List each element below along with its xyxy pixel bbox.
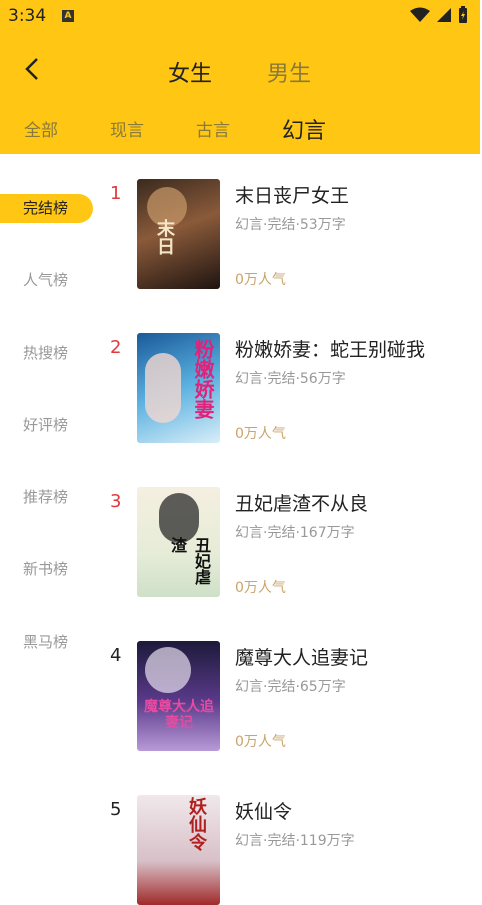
book-list-item[interactable]: 1 末日 末日丧尸女王 幻言·完结·53万字 0万人气 (105, 179, 480, 289)
book-popularity: 0万人气 (235, 580, 286, 596)
book-popularity: 0万人气 (235, 272, 286, 288)
sidebar-item-dark-horse[interactable]: 黑马榜 (0, 628, 93, 657)
book-title: 妖仙令 (235, 801, 293, 823)
notification-icon: A (62, 10, 74, 22)
rank-number: 3 (110, 491, 122, 512)
status-bar: 3:34 A (0, 0, 480, 34)
book-list-item[interactable]: 5 妖仙令 妖仙令 幻言·完结·119万字 (105, 795, 480, 905)
sidebar-item-completed[interactable]: 完结榜 (0, 194, 93, 223)
book-cover[interactable]: 粉嫩娇妻 (137, 333, 220, 443)
book-popularity: 0万人气 (235, 426, 286, 442)
book-meta: 幻言·完结·56万字 (235, 371, 346, 387)
sidebar-item-popular[interactable]: 人气榜 (0, 266, 93, 295)
top-header: 3:34 A 女生 男生 全部 现言 古言 幻言 (0, 0, 480, 154)
book-title: 魔尊大人追妻记 (235, 647, 369, 669)
tab-female[interactable]: 女生 (168, 56, 212, 88)
sidebar-item-top-rated[interactable]: 好评榜 (0, 411, 93, 440)
book-list-item[interactable]: 4 魔尊大人追妻记 魔尊大人追妻记 幻言·完结·65万字 0万人气 (105, 641, 480, 751)
rank-number: 1 (110, 183, 122, 204)
book-list-item[interactable]: 2 粉嫩娇妻 粉嫩娇妻：蛇王别碰我 幻言·完结·56万字 0万人气 (105, 333, 480, 443)
category-ancient[interactable]: 古言 (196, 116, 230, 141)
book-meta: 幻言·完结·167万字 (235, 525, 355, 541)
ranking-sidebar: 完结榜 人气榜 热搜榜 好评榜 推荐榜 新书榜 黑马榜 (0, 154, 100, 856)
book-cover[interactable]: 末日 (137, 179, 220, 289)
category-fantasy[interactable]: 幻言 (282, 113, 326, 145)
status-time: 3:34 (8, 6, 47, 26)
book-meta: 幻言·完结·65万字 (235, 679, 346, 695)
book-meta: 幻言·完结·53万字 (235, 217, 346, 233)
book-meta: 幻言·完结·119万字 (235, 833, 355, 849)
book-popularity: 0万人气 (235, 734, 286, 750)
book-cover[interactable]: 魔尊大人追妻记 (137, 641, 220, 751)
system-icons (410, 6, 468, 24)
book-title: 粉嫩娇妻：蛇王别碰我 (235, 339, 426, 361)
category-modern[interactable]: 现言 (110, 116, 144, 141)
rank-number: 4 (110, 645, 122, 666)
sidebar-item-hot-search[interactable]: 热搜榜 (0, 339, 93, 368)
book-list-item[interactable]: 3 丑妃虐渣 丑妃虐渣不从良 幻言·完结·167万字 0万人气 (105, 487, 480, 597)
sidebar-item-recommended[interactable]: 推荐榜 (0, 483, 93, 512)
wifi-icon (410, 7, 430, 22)
book-title: 丑妃虐渣不从良 (235, 493, 369, 515)
category-all[interactable]: 全部 (24, 116, 58, 141)
book-title: 末日丧尸女王 (235, 185, 350, 207)
signal-icon (437, 8, 451, 22)
book-cover[interactable]: 丑妃虐渣 (137, 487, 220, 597)
tab-male[interactable]: 男生 (267, 56, 311, 88)
rank-number: 5 (110, 799, 122, 820)
sidebar-item-new-books[interactable]: 新书榜 (0, 555, 93, 584)
back-icon[interactable] (18, 54, 48, 84)
rank-number: 2 (110, 337, 122, 358)
battery-icon (459, 6, 467, 23)
book-cover[interactable]: 妖仙令 (137, 795, 220, 905)
